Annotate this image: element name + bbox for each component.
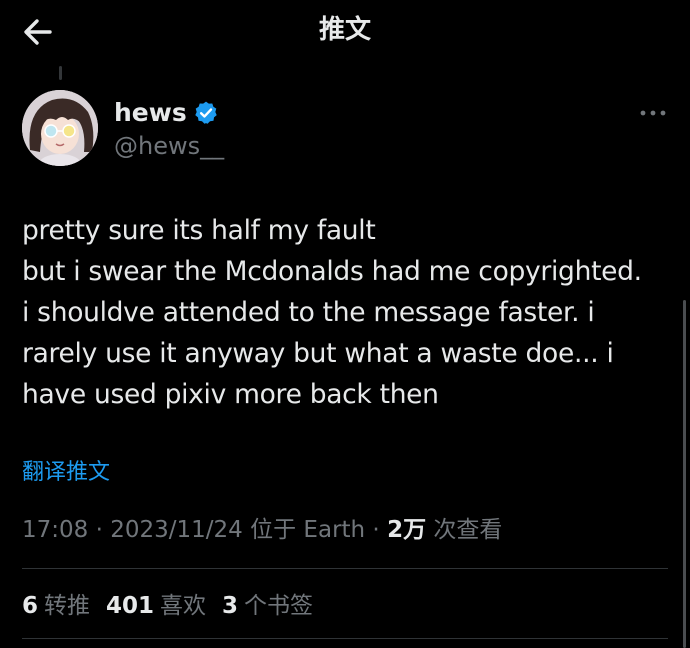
more-dots-icon (640, 110, 666, 116)
tweet-stats: 6 转推 401 喜欢 3 个书签 (22, 590, 329, 622)
tweet-text: pretty sure its half my fault but i swea… (22, 215, 642, 410)
divider (22, 638, 668, 639)
tweet-date[interactable]: 2023/11/24 (110, 517, 243, 543)
meta-separator: · (88, 517, 111, 543)
likes-label: 喜欢 (160, 593, 207, 619)
author-handle[interactable]: @hews__ (114, 131, 224, 161)
likes-stat[interactable]: 401 喜欢 (106, 590, 206, 622)
likes-count: 401 (106, 593, 155, 619)
more-options-button[interactable] (638, 100, 668, 126)
author-name-text: hews (114, 98, 187, 127)
tweet-time[interactable]: 17:08 (22, 517, 88, 543)
views-label: 次查看 (433, 517, 503, 543)
verified-badge-icon (193, 100, 219, 126)
scrollbar[interactable] (683, 300, 686, 648)
retweets-stat[interactable]: 6 转推 (22, 590, 90, 622)
bookmarks-count: 3 (222, 593, 239, 619)
views-count: 2万 (387, 517, 427, 543)
translate-tweet-link[interactable]: 翻译推文 (22, 458, 110, 488)
retweets-label: 转推 (44, 593, 91, 619)
retweets-count: 6 (22, 593, 39, 619)
top-bar: 推文 (0, 0, 690, 62)
bookmarks-label: 个书签 (244, 593, 314, 619)
bookmarks-stat[interactable]: 3 个书签 (222, 590, 313, 622)
avatar[interactable] (22, 90, 98, 166)
meta-separator: · (365, 517, 388, 543)
thread-connector-line (59, 66, 62, 80)
avatar-image (22, 90, 98, 166)
author-name[interactable]: hews (114, 98, 219, 128)
tweet-metadata: 17:08 · 2023/11/24 位于 Earth · 2万 次查看 (22, 514, 502, 546)
divider (22, 568, 668, 569)
page-title: 推文 (318, 15, 371, 45)
tweet-location: 位于 Earth (250, 517, 366, 543)
tweet-detail-page: 推文 hews @hews__ pretty sure its half my … (0, 0, 690, 648)
